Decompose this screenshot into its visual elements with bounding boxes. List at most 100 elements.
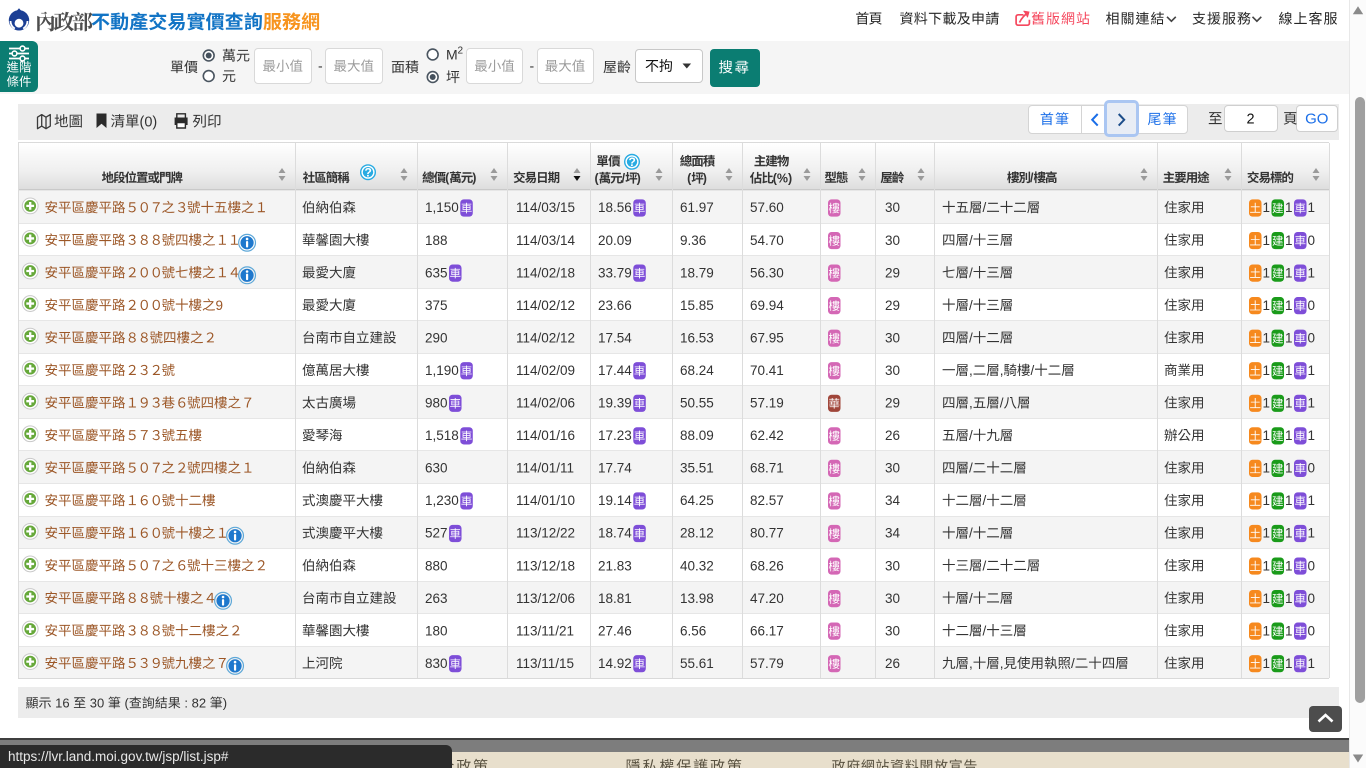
svg-text:(%): (%) xyxy=(773,172,792,186)
svg-text:1: 1 xyxy=(1285,493,1293,508)
svg-text:88.09: 88.09 xyxy=(680,428,714,443)
svg-text:/: / xyxy=(983,558,987,573)
svg-text:1: 1 xyxy=(1308,526,1316,541)
svg-text:62.42: 62.42 xyxy=(750,428,784,443)
svg-text:6.56: 6.56 xyxy=(680,623,706,638)
svg-text:1,150: 1,150 xyxy=(425,200,459,215)
svg-text:1: 1 xyxy=(1263,461,1271,476)
svg-text:114/02/12: 114/02/12 xyxy=(516,298,575,313)
svg-text:17.23: 17.23 xyxy=(598,428,632,443)
svg-text:57.19: 57.19 xyxy=(750,396,784,411)
svg-text:23.66: 23.66 xyxy=(598,298,632,313)
svg-text:30: 30 xyxy=(885,623,900,638)
svg-text:1: 1 xyxy=(1285,461,1293,476)
svg-text:1: 1 xyxy=(1308,396,1316,411)
svg-text:2: 2 xyxy=(1246,112,1254,128)
svg-text:9.36: 9.36 xyxy=(680,233,706,248)
svg-text:/: / xyxy=(983,623,987,638)
svg-text:1: 1 xyxy=(1263,200,1271,215)
svg-text:1: 1 xyxy=(1263,330,1271,345)
svg-text:68.71: 68.71 xyxy=(750,461,784,476)
svg-text:113/11/21: 113/11/21 xyxy=(516,623,574,638)
svg-text:114/01/10: 114/01/10 xyxy=(516,493,575,508)
svg-text:70.41: 70.41 xyxy=(750,363,784,378)
svg-text:69.94: 69.94 xyxy=(750,298,784,313)
svg-text:18.56: 18.56 xyxy=(598,200,632,215)
svg-text:0: 0 xyxy=(1308,558,1316,573)
svg-text:1: 1 xyxy=(1308,428,1316,443)
svg-text:114/03/15: 114/03/15 xyxy=(516,200,575,215)
svg-text:1: 1 xyxy=(1263,396,1271,411)
svg-text:57.60: 57.60 xyxy=(750,200,784,215)
svg-text:57.79: 57.79 xyxy=(750,656,784,671)
svg-text:1: 1 xyxy=(1285,591,1293,606)
svg-text:34: 34 xyxy=(885,493,901,508)
svg-text:1: 1 xyxy=(1263,656,1271,671)
svg-text:68.24: 68.24 xyxy=(680,363,714,378)
svg-text:114/02/09: 114/02/09 xyxy=(516,363,575,378)
svg-text:GO: GO xyxy=(1305,111,1328,128)
svg-text:26: 26 xyxy=(885,428,900,443)
svg-text:20.09: 20.09 xyxy=(598,233,632,248)
svg-text:9: 9 xyxy=(216,298,224,313)
svg-text:18.79: 18.79 xyxy=(680,265,714,280)
svg-text:/: / xyxy=(969,330,973,345)
svg-text:1: 1 xyxy=(1263,428,1271,443)
svg-text:1,230: 1,230 xyxy=(425,493,459,508)
svg-text:47.20: 47.20 xyxy=(750,591,784,606)
svg-text:/: / xyxy=(969,298,973,313)
svg-text:29: 29 xyxy=(885,298,900,313)
svg-text:1: 1 xyxy=(1263,493,1271,508)
svg-text:290: 290 xyxy=(425,330,448,345)
svg-text:/: / xyxy=(983,493,987,508)
svg-text:?: ? xyxy=(629,155,636,169)
svg-text:1: 1 xyxy=(1263,233,1271,248)
svg-text:635: 635 xyxy=(425,265,448,280)
svg-text:1: 1 xyxy=(1308,493,1316,508)
svg-text:1: 1 xyxy=(1285,623,1293,638)
svg-text:54.70: 54.70 xyxy=(750,233,784,248)
svg-text:1: 1 xyxy=(1308,200,1316,215)
svg-text:28.12: 28.12 xyxy=(680,526,714,541)
svg-text:21.83: 21.83 xyxy=(598,558,632,573)
svg-text:15.85: 15.85 xyxy=(680,298,714,313)
svg-text:30: 30 xyxy=(885,330,900,345)
svg-text:18.81: 18.81 xyxy=(598,591,632,606)
svg-text:113/12/18: 113/12/18 xyxy=(516,558,575,573)
svg-text:2: 2 xyxy=(458,46,464,57)
svg-text:/: / xyxy=(1071,656,1075,671)
svg-text:,: , xyxy=(969,396,973,411)
svg-text:30: 30 xyxy=(885,233,900,248)
svg-text:527: 527 xyxy=(425,526,448,541)
svg-text:13.98: 13.98 xyxy=(680,591,714,606)
svg-text:(: ( xyxy=(595,172,600,186)
svg-text:980: 980 xyxy=(425,396,448,411)
svg-text:180: 180 xyxy=(425,623,448,638)
svg-text:-: - xyxy=(318,58,323,74)
svg-text:56.30: 56.30 xyxy=(750,265,784,280)
svg-text:113/12/22: 113/12/22 xyxy=(516,526,575,541)
svg-text:19.14: 19.14 xyxy=(598,493,632,508)
svg-text:): ) xyxy=(472,171,476,185)
svg-text:26: 26 xyxy=(885,656,900,671)
svg-text:113/12/06: 113/12/06 xyxy=(516,591,575,606)
svg-text:,: , xyxy=(969,363,973,378)
svg-text:0: 0 xyxy=(1308,330,1316,345)
svg-text:1: 1 xyxy=(1285,265,1293,280)
svg-text:1,190: 1,190 xyxy=(425,363,459,378)
svg-text:): ) xyxy=(637,172,641,186)
svg-text:18.74: 18.74 xyxy=(598,526,632,541)
svg-text:29: 29 xyxy=(885,265,900,280)
svg-text:1: 1 xyxy=(1263,265,1271,280)
svg-text:14.92: 14.92 xyxy=(598,656,632,671)
svg-text:19.39: 19.39 xyxy=(598,396,632,411)
svg-text:1: 1 xyxy=(1308,656,1316,671)
svg-text:33.79: 33.79 xyxy=(598,265,632,280)
svg-text:/: / xyxy=(1030,171,1034,185)
svg-text:0: 0 xyxy=(1308,233,1316,248)
svg-text:1: 1 xyxy=(1263,591,1271,606)
svg-text:35.51: 35.51 xyxy=(680,461,714,476)
svg-text:27.46: 27.46 xyxy=(598,623,632,638)
svg-text:30: 30 xyxy=(885,363,900,378)
svg-text:67.95: 67.95 xyxy=(750,330,784,345)
